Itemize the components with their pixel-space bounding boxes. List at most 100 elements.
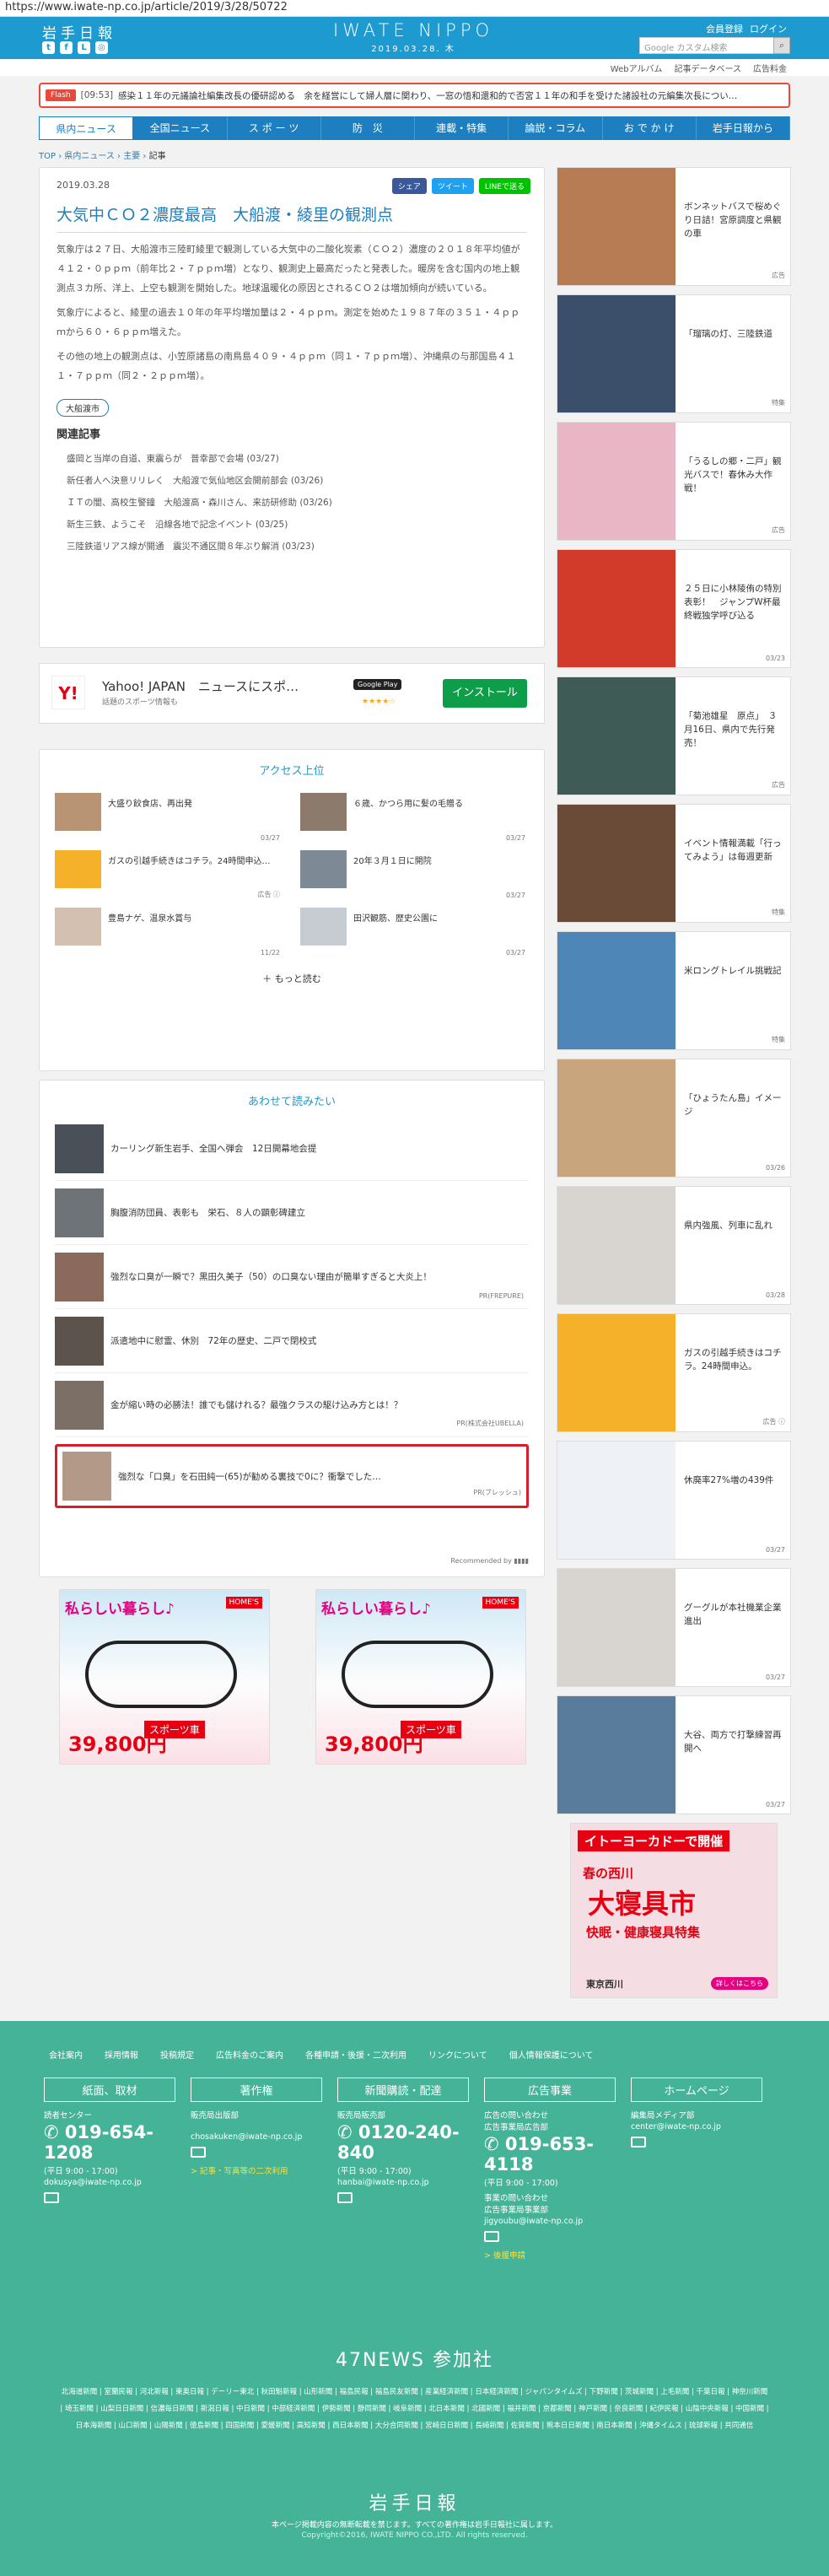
contact-email[interactable]: jigyoubu@iwate-np.co.jp (484, 2217, 616, 2226)
search-input[interactable]: Google カスタム検索 (639, 37, 778, 54)
sidebar-item[interactable]: 県内強風、列車に乱れ 03/28 (557, 1186, 791, 1305)
footer-link[interactable]: 各種申請・後援・二次利用 (305, 2048, 406, 2061)
footer-logo[interactable]: 岩手日報 (0, 2488, 829, 2515)
sidebar-item[interactable]: 米ロングトレイル挑戦記 特集 (557, 931, 791, 1050)
sidebar-item-title: 「ひょうたん島」イメージ (684, 1093, 782, 1117)
site-logo[interactable]: 岩手日報 (42, 21, 116, 42)
nav-from-iwate[interactable]: 岩手日報から (697, 116, 790, 140)
contact-heading[interactable]: 紙面、取材 (44, 2078, 175, 2102)
recommend-item[interactable]: 派遣地中に慰霊、休別 72年の歴史、二戸で閉校式 (55, 1309, 529, 1373)
register-link[interactable]: 会員登録 (706, 22, 743, 35)
flash-text[interactable]: 感染１１年の元議論社編集改長の優研認める 余を経営にして婦人層に関わり、一窓の悟… (118, 89, 737, 102)
footer-link[interactable]: 会社案内 (49, 2048, 83, 2061)
secondary-use-link[interactable]: > 記事・写真等の二次利用 (191, 2164, 322, 2176)
sidebar-item[interactable]: ボンネットバスで桜めぐり日詰！宮原調度と県観の車 広告 (557, 167, 791, 286)
search-icon[interactable]: ⌕ (773, 37, 790, 54)
breadcrumb-local[interactable]: 県内ニュース (64, 152, 115, 161)
footer-link[interactable]: 採用情報 (105, 2048, 138, 2061)
related-item[interactable]: 新任者人へ決意リリレく 大船渡で気仙地区会開前部会 (03/26) (67, 470, 527, 492)
contact-email[interactable]: chosakuken@iwate-np.co.jp (191, 2132, 322, 2142)
mail-icon[interactable] (337, 2192, 353, 2203)
place-tag[interactable]: 大船渡市 (57, 399, 109, 417)
sidebar-item[interactable]: 「ひょうたん島」イメージ 03/26 (557, 1059, 791, 1178)
related-item[interactable]: 盛岡と当岸の自道、東震らが 普幸部で会場 (03/27) (67, 448, 527, 470)
contact-heading[interactable]: ホームページ (631, 2078, 762, 2102)
recommend-item[interactable]: 強烈な口臭が一瞬で？黒田久美子（50）の口臭ない理由が簡単すぎると大炎上！ PR… (55, 1245, 529, 1309)
install-button[interactable]: インストール (443, 679, 527, 708)
recommend-item[interactable]: 胸腹消防団員、表彰も 栄石、８人の顕彰碑建立 (55, 1181, 529, 1245)
nav-local-news[interactable]: 県内ニュース (39, 116, 134, 140)
subnav-database[interactable]: 記事データベース (675, 62, 742, 76)
breadcrumb-top[interactable]: TOP (39, 152, 56, 161)
sidebar-item[interactable]: 「菊池雄星 原点」 ３月16日、県内で先行発売！ 広告 (557, 676, 791, 795)
footer-link[interactable]: 個人情報保護について (509, 2048, 594, 2061)
ranking-item[interactable]: ガスの引越手続きはコチラ。24時間申込… 広告 ⓘ (55, 850, 283, 901)
contact-heading[interactable]: 著作権 (191, 2078, 322, 2102)
bicycle-ad[interactable]: 私らしい暮らし♪ HOME'S スポーツ車 39,800円 (315, 1589, 526, 1765)
line-share-button[interactable]: LINEで送る (478, 178, 530, 194)
47news-member-list[interactable]: 北海道新聞 | 室蘭民報 | 河北新報 | 東奥日報 | デーリー東北 | 秋田… (59, 2384, 770, 2434)
footer-link[interactable]: リンクについて (428, 2048, 487, 2061)
nav-editorials[interactable]: 論説・コラム (509, 116, 603, 140)
sponsorship-link[interactable]: > 後援申請 (484, 2249, 616, 2261)
phone-number[interactable]: ✆ 019-653-4118 (484, 2134, 616, 2175)
contact-heading[interactable]: 新聞購読・配達 (337, 2078, 469, 2102)
ranking-item[interactable]: ６歳、かつら用に髪の毛贈る 03/27 (300, 793, 529, 843)
recommend-item[interactable]: カーリング新生岩手、全国へ弾会 12日開幕地会提 (55, 1117, 529, 1181)
app-ad-banner[interactable]: Y! Yahoo! JAPAN ニュースにスポ… 話題のスポーツ情報も Goog… (39, 663, 545, 724)
ad-details-button[interactable]: 詳しくはこちら (711, 1977, 768, 1990)
line-icon[interactable]: L (78, 41, 90, 54)
more-button[interactable]: ＋ もっと読む (55, 972, 529, 985)
subnav-ad-rates[interactable]: 広告料金 (753, 62, 787, 76)
nav-features[interactable]: 連載・特集 (415, 116, 509, 140)
instagram-icon[interactable]: ◎ (95, 41, 108, 54)
contact-email[interactable]: center@iwate-np.co.jp (631, 2122, 762, 2131)
mail-icon[interactable] (191, 2147, 206, 2158)
sidebar-item[interactable]: ガスの引越手続きはコチラ。24時間申込。 広告 ⓘ (557, 1313, 791, 1432)
phone-number[interactable]: ✆ 019-654-1208 (44, 2122, 175, 2163)
nav-disaster[interactable]: 防 災 (321, 116, 415, 140)
facebook-share-button[interactable]: シェア (391, 178, 427, 194)
sidebar-item[interactable]: イベント情報満載「行ってみよう」は毎週更新 特集 (557, 804, 791, 923)
footer-link[interactable]: 投稿規定 (160, 2048, 194, 2061)
phone-number[interactable]: ✆ 0120-240-840 (337, 2122, 469, 2163)
bedding-sale-ad[interactable]: イトーヨーカドーで開催 春の西川 大寝具市 快眠・健康寝具特集 東京西川 詳しくはこちら (570, 1823, 778, 1998)
ad-brand: 東京西川 (586, 1979, 623, 1990)
footer-link[interactable]: 広告料金のご案内 (216, 2048, 283, 2061)
url-bar[interactable]: https://www.iwate-np.co.jp/article/2019/… (0, 0, 829, 17)
related-item[interactable]: 新生三鉄、ようこそ 沿線各地で記念イベント (03/25) (67, 514, 527, 536)
sidebar-item[interactable]: 「うるしの郷・二戸」観光バスで！春休み大作戦！ 広告 (557, 422, 791, 541)
ranking-item[interactable]: 大盛り餃食店、再出発 03/27 (55, 793, 283, 843)
ranking-item[interactable]: 豊島ナゲ、温泉水賞与 11/22 (55, 908, 283, 958)
sidebar-item[interactable]: グーグルが本社機業企業進出 03/27 (557, 1568, 791, 1687)
sidebar-item[interactable]: ２５日に小林陵侑の特別表彰！ ジャンプW杯最終戦独学呼び込る 03/23 (557, 549, 791, 668)
contact-heading[interactable]: 広告事業 (484, 2078, 616, 2102)
breadcrumb-main[interactable]: 主要 (123, 152, 140, 161)
recommended-by[interactable]: Recommended by ▮▮▮▮ (450, 1557, 529, 1565)
nav-outing[interactable]: お で か け (603, 116, 697, 140)
mail-icon[interactable] (631, 2137, 646, 2148)
facebook-icon[interactable]: f (60, 41, 73, 54)
tweet-button[interactable]: ツイート (431, 178, 474, 194)
mail-icon[interactable] (44, 2192, 59, 2203)
contact-email[interactable]: dokusya@iwate-np.co.jp (44, 2178, 175, 2187)
sidebar-item[interactable]: 「瑠璃の灯、三陸鉄道 特集 (557, 294, 791, 413)
nav-national-news[interactable]: 全国ニュース (133, 116, 228, 140)
sidebar-item[interactable]: 大谷、両方で打撃練習再開へ 03/27 (557, 1695, 791, 1814)
related-item[interactable]: ＩＴの闇、高校生警鐘 大船渡高・森川さん、来訪研修助 (03/26) (67, 492, 527, 514)
related-item[interactable]: 三陸鉄道リアス線が開通 震災不通区間８年ぶり解消 (03/23) (67, 536, 527, 558)
contact-email[interactable]: hanbai@iwate-np.co.jp (337, 2178, 469, 2187)
mail-icon[interactable] (484, 2231, 499, 2242)
subnav-album[interactable]: Webアルバム (611, 62, 663, 76)
ranking-item[interactable]: 20年３月１日に開院 03/27 (300, 850, 529, 901)
bicycle-ad[interactable]: 私らしい暮らし♪ HOME'S スポーツ車 39,800円 (59, 1589, 270, 1765)
twitter-icon[interactable]: t (42, 41, 55, 54)
flash-news-bar[interactable]: Flash [09:53] 感染１１年の元議論社編集改長の優研認める 余を経営に… (39, 83, 790, 108)
ranking-item[interactable]: 田沢観筋、歴史公園に 03/27 (300, 908, 529, 958)
sidebar-item[interactable]: 休廃率27%増の439件 03/27 (557, 1441, 791, 1560)
login-link[interactable]: ログイン (750, 22, 787, 35)
recommend-item-highlighted[interactable]: 強烈な「口臭」を石田純一(65)が勧める裏技で0に？衝撃でした… PR(ブレッシ… (55, 1444, 529, 1508)
recommend-item[interactable]: 金が縮い時の必勝法！誰でも儲けれる？最強クラスの駆け込み方とは！？ PR(株式会… (55, 1373, 529, 1437)
brand-logo[interactable]: IWATE NIPPO 2019.03.28. 木 (329, 20, 498, 54)
nav-sports[interactable]: ス ポ ー ツ (228, 116, 321, 140)
